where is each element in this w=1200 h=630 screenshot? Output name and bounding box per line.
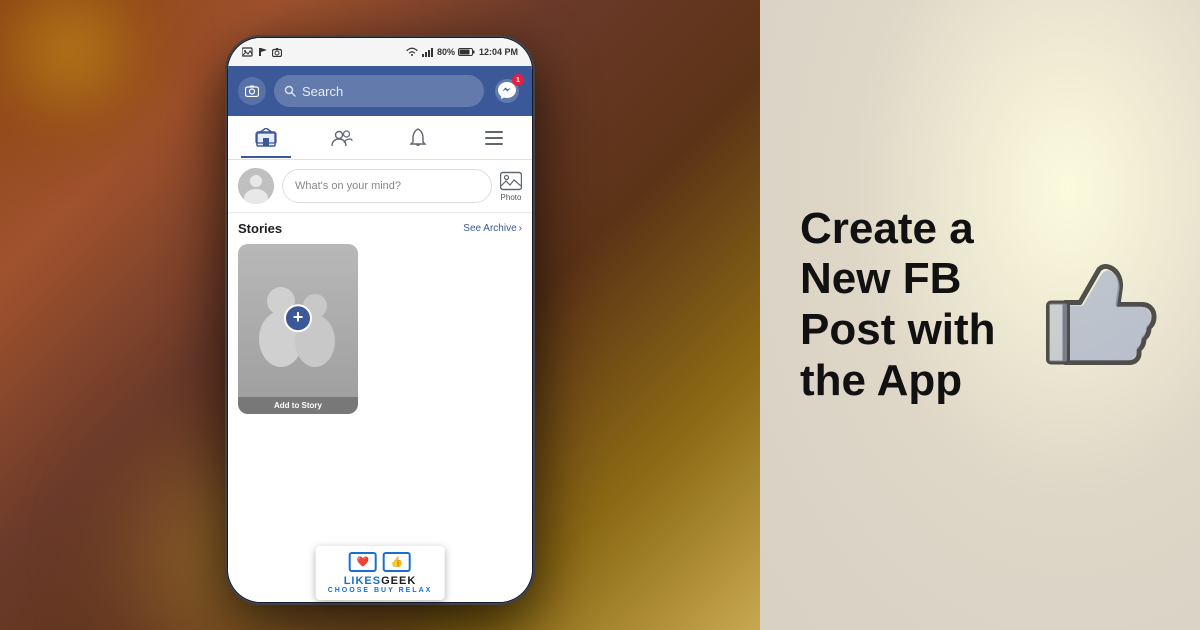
composer-placeholder: What's on your mind? [295, 180, 401, 192]
messenger-badge: 1 [512, 74, 524, 86]
fb-camera-button[interactable] [238, 77, 266, 105]
watermark-tagline: CHOOSE BUY RELAX [328, 587, 433, 594]
watermark: ❤️ 👍 LIKESGEEK CHOOSE BUY RELAX [316, 546, 445, 600]
watermark-geek: GEEK [381, 575, 416, 587]
add-to-story-label: Add to Story [238, 397, 358, 414]
story-add-button[interactable]: + [284, 304, 312, 332]
status-bar: 80% 12:04 PM [228, 38, 532, 66]
image-status-icon [242, 47, 254, 57]
watermark-thumb-icon: 👍 [383, 552, 411, 572]
post-composer: What's on your mind? Photo [228, 160, 532, 213]
nav-menu[interactable] [469, 118, 519, 158]
camera-status-icon [272, 47, 282, 57]
facebook-nav [228, 116, 532, 160]
phone-screen: 80% 12:04 PM [228, 38, 532, 602]
watermark-heart-icon: ❤️ [349, 552, 377, 572]
status-right: 80% 12:04 PM [405, 47, 518, 57]
user-avatar [238, 168, 274, 204]
phone-wrapper: 80% 12:04 PM [225, 35, 535, 605]
left-section: ❤️ 👍 LIKESGEEK CHOOSE BUY RELAX [0, 0, 760, 630]
bg-blob1 [0, 0, 170, 150]
search-icon [284, 85, 296, 97]
bell-icon [409, 128, 427, 148]
photo-icon [500, 171, 522, 191]
phone: 80% 12:04 PM [225, 35, 535, 605]
story-card-bg: + [238, 244, 358, 397]
thumbs-up-container [1030, 243, 1170, 388]
see-archive-text: See Archive [463, 223, 516, 234]
search-bar[interactable]: Search [274, 75, 484, 107]
friends-icon [331, 128, 353, 148]
nav-friends[interactable] [317, 118, 367, 158]
watermark-likes: LIKES [344, 575, 381, 587]
stories-section: Stories See Archive › [228, 213, 532, 422]
facebook-header: Search 1 [228, 66, 532, 116]
what-on-mind-input[interactable]: What's on your mind? [282, 169, 492, 203]
stories-header: Stories See Archive › [238, 221, 522, 236]
add-story-card[interactable]: + Add to Story [238, 244, 358, 414]
battery-text: 80% [437, 47, 455, 57]
status-left-icons [242, 47, 282, 57]
thumbs-up-icon [1030, 243, 1170, 383]
menu-icon [484, 130, 504, 146]
stories-title: Stories [238, 221, 282, 236]
photo-label: Photo [501, 193, 522, 202]
time-text: 12:04 PM [479, 47, 518, 57]
flag-status-icon [258, 47, 268, 57]
nav-notifications[interactable] [393, 118, 443, 158]
wifi-icon [405, 47, 419, 57]
search-placeholder: Search [302, 84, 343, 99]
messenger-button[interactable]: 1 [492, 76, 522, 106]
nav-home[interactable] [241, 118, 291, 158]
photo-button[interactable]: Photo [500, 171, 522, 202]
right-section: Create a New FB Post with the App [760, 0, 1200, 630]
camera-icon [245, 85, 259, 97]
chevron-right-icon: › [519, 223, 522, 234]
battery-icon [458, 47, 476, 57]
home-icon [255, 128, 277, 148]
see-archive-link[interactable]: See Archive › [463, 223, 522, 234]
avatar-silhouette [238, 168, 274, 204]
signal-icon [422, 47, 434, 57]
